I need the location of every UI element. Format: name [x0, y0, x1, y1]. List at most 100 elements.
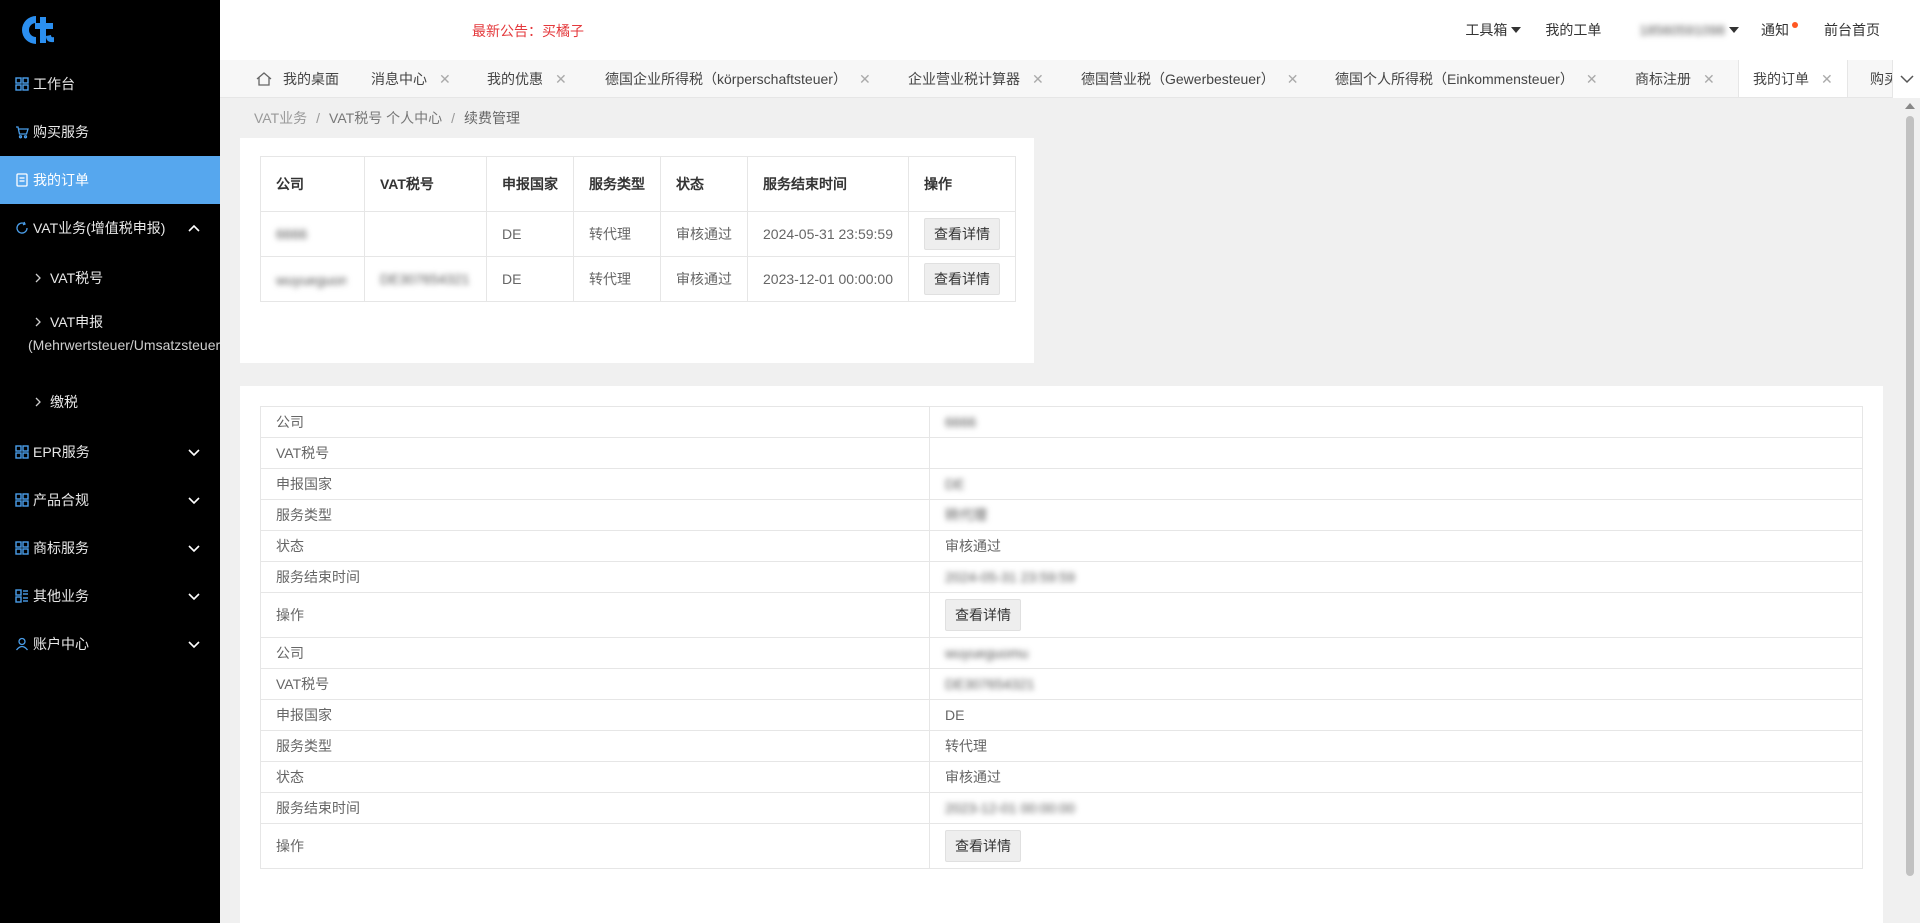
cell-status: 审核通过 [660, 256, 748, 302]
tab-more-button[interactable] [1892, 60, 1920, 98]
table-header-row: 公司 VAT税号 申报国家 服务类型 状态 服务结束时间 操作 [260, 156, 1016, 212]
detail-row: 申报国家 DE [260, 468, 1863, 500]
sidebar-item-label: 我的订单 [33, 172, 89, 188]
detail-label-country: 申报国家 [260, 699, 930, 731]
chevron-down-icon [188, 497, 200, 505]
frontend-home-link[interactable]: 前台首页 [1824, 20, 1880, 40]
detail-value-service: 转代理 [929, 499, 1863, 531]
sidebar-item-my-orders[interactable]: 我的订单 [0, 156, 220, 204]
view-details-button[interactable]: 查看详情 [924, 263, 1000, 295]
detail-value-text: DE307654321 [945, 676, 1035, 692]
user-menu[interactable]: 18560591098 [1639, 22, 1739, 38]
sidebar-item-workbench[interactable]: 工作台 [0, 60, 220, 108]
orders-detail-panel: 公司 6666 VAT税号 申报国家 DE 服务类型 转代理 状态 审核通过 服务结束时… [240, 386, 1883, 923]
tab-my-discounts[interactable]: 我的优惠 ✕ [487, 60, 567, 97]
detail-label-action: 操作 [260, 823, 930, 869]
detail-value-action: 查看详情 [929, 592, 1863, 638]
my-tickets-label: 我的工单 [1545, 22, 1602, 38]
scroll-thumb[interactable] [1906, 116, 1914, 876]
sidebar-subitem-vat-report[interactable]: VAT申报 (Mehrwertsteuer/Umsatzsteuer) [0, 304, 220, 376]
breadcrumb-middle[interactable]: VAT税号 个人中心 [329, 110, 442, 126]
sidebar-item-vat-business[interactable]: VAT业务(增值税申报) [0, 204, 220, 252]
close-icon[interactable]: ✕ [859, 71, 871, 88]
tab-message-center[interactable]: 消息中心 ✕ [371, 60, 451, 97]
sidebar-item-other-business[interactable]: 其他业务 [0, 572, 220, 620]
breadcrumb-separator: / [316, 110, 321, 126]
tab-label: 企业营业税计算器 [908, 71, 1020, 87]
tab-trade-tax[interactable]: 德国营业税（Gewerbesteuer） ✕ [1081, 60, 1299, 97]
page-scrollbar[interactable] [1900, 98, 1920, 923]
detail-label-country: 申报国家 [260, 468, 930, 500]
detail-label-end-time: 服务结束时间 [260, 792, 930, 824]
detail-label-vat: VAT税号 [260, 668, 930, 700]
tab-business-tax-calculator[interactable]: 企业营业税计算器 ✕ [908, 60, 1044, 97]
tab-label: 我的优惠 [487, 71, 543, 87]
detail-row: 状态 审核通过 [260, 761, 1863, 793]
breadcrumb-root[interactable]: VAT业务 [254, 110, 307, 126]
grid-icon [14, 541, 29, 556]
detail-label-action: 操作 [260, 592, 930, 638]
sidebar-item-trademark-service[interactable]: 商标服务 [0, 524, 220, 572]
close-icon[interactable]: ✕ [1821, 71, 1833, 88]
announcement[interactable]: 最新公告：买橘子 [472, 21, 584, 41]
tab-corporate-income-tax[interactable]: 德国企业所得税（körperschaftsteuer） ✕ [605, 60, 871, 97]
sidebar-item-buy-service[interactable]: 购买服务 [0, 108, 220, 156]
sidebar-subitem-vat-number[interactable]: VAT税号 [0, 252, 220, 304]
sidebar-item-product-compliance[interactable]: 产品合规 [0, 476, 220, 524]
header-right: 工具箱 我的工单 18560591098 通知 前台首页 [1465, 0, 1920, 60]
tab-personal-income-tax[interactable]: 德国个人所得税（Einkommensteuer） ✕ [1335, 60, 1598, 97]
detail-label-company: 公司 [260, 406, 930, 438]
sidebar-item-label: 账户中心 [33, 636, 89, 652]
close-icon[interactable]: ✕ [555, 71, 567, 88]
tab-my-desktop[interactable]: 我的桌面 [255, 60, 339, 97]
close-icon[interactable]: ✕ [1287, 71, 1299, 88]
detail-label-status: 状态 [260, 761, 930, 793]
sidebar-item-epr-service[interactable]: EPR服务 [0, 428, 220, 476]
view-details-button[interactable]: 查看详情 [924, 218, 1000, 250]
toolbox-menu[interactable]: 工具箱 [1465, 20, 1522, 40]
close-icon[interactable]: ✕ [1032, 71, 1044, 88]
tab-trademark-registration[interactable]: 商标注册 ✕ [1635, 60, 1715, 97]
view-details-button[interactable]: 查看详情 [945, 830, 1021, 862]
sidebar-item-account-center[interactable]: 账户中心 [0, 620, 220, 668]
close-icon[interactable]: ✕ [1703, 71, 1715, 88]
cell-service: 转代理 [573, 256, 661, 302]
close-icon[interactable]: ✕ [1586, 71, 1598, 88]
close-icon[interactable]: ✕ [439, 71, 451, 88]
detail-label-vat: VAT税号 [260, 437, 930, 469]
scroll-up-arrow-icon[interactable] [1905, 103, 1915, 109]
sidebar-subitem-pay-tax[interactable]: 缴税 [0, 376, 220, 428]
chevron-down-icon [188, 641, 200, 649]
view-details-button[interactable]: 查看详情 [945, 599, 1021, 631]
sidebar-item-label: 产品合规 [33, 492, 89, 508]
tab-label: 我的订单 [1753, 71, 1809, 87]
cell-vat-text: DE307654321 [380, 271, 470, 287]
cart-icon [14, 125, 29, 140]
detail-value-status: 审核通过 [929, 761, 1863, 793]
chevron-down-icon [1899, 75, 1914, 84]
brand-logo-icon [22, 16, 54, 44]
detail-value-service: 转代理 [929, 730, 1863, 762]
logo[interactable] [0, 0, 220, 60]
cell-country: DE [486, 211, 574, 257]
detail-row: 服务结束时间 2023-12-01 00:00:00 [260, 792, 1863, 824]
caret-down-icon [1729, 27, 1739, 33]
tab-bar: 我的桌面 消息中心 ✕ 我的优惠 ✕ 德国企业所得税（körperschafts… [220, 60, 1920, 98]
detail-value-action: 查看详情 [929, 823, 1863, 869]
tab-my-orders[interactable]: 我的订单 ✕ [1738, 60, 1848, 97]
cell-country: DE [486, 256, 574, 302]
detail-label-status: 状态 [260, 530, 930, 562]
col-header-action: 操作 [908, 156, 1016, 212]
chevron-right-icon [35, 317, 41, 327]
my-tickets-link[interactable]: 我的工单 [1545, 20, 1601, 40]
orders-table-panel: 公司 VAT税号 申报国家 服务类型 状态 服务结束时间 操作 6666 DE … [240, 138, 1034, 363]
orders-table: 公司 VAT税号 申报国家 服务类型 状态 服务结束时间 操作 6666 DE … [260, 156, 1016, 302]
cell-status: 审核通过 [660, 211, 748, 257]
chevron-right-icon [35, 397, 41, 407]
notice-link[interactable]: 通知 [1761, 20, 1798, 40]
col-header-country: 申报国家 [486, 156, 574, 212]
detail-value-text: 2023-12-01 00:00:00 [945, 800, 1075, 816]
sidebar-item-label: 其他业务 [33, 588, 89, 604]
sidebar-subitem-label: VAT申报 [50, 314, 104, 330]
col-header-service: 服务类型 [573, 156, 661, 212]
